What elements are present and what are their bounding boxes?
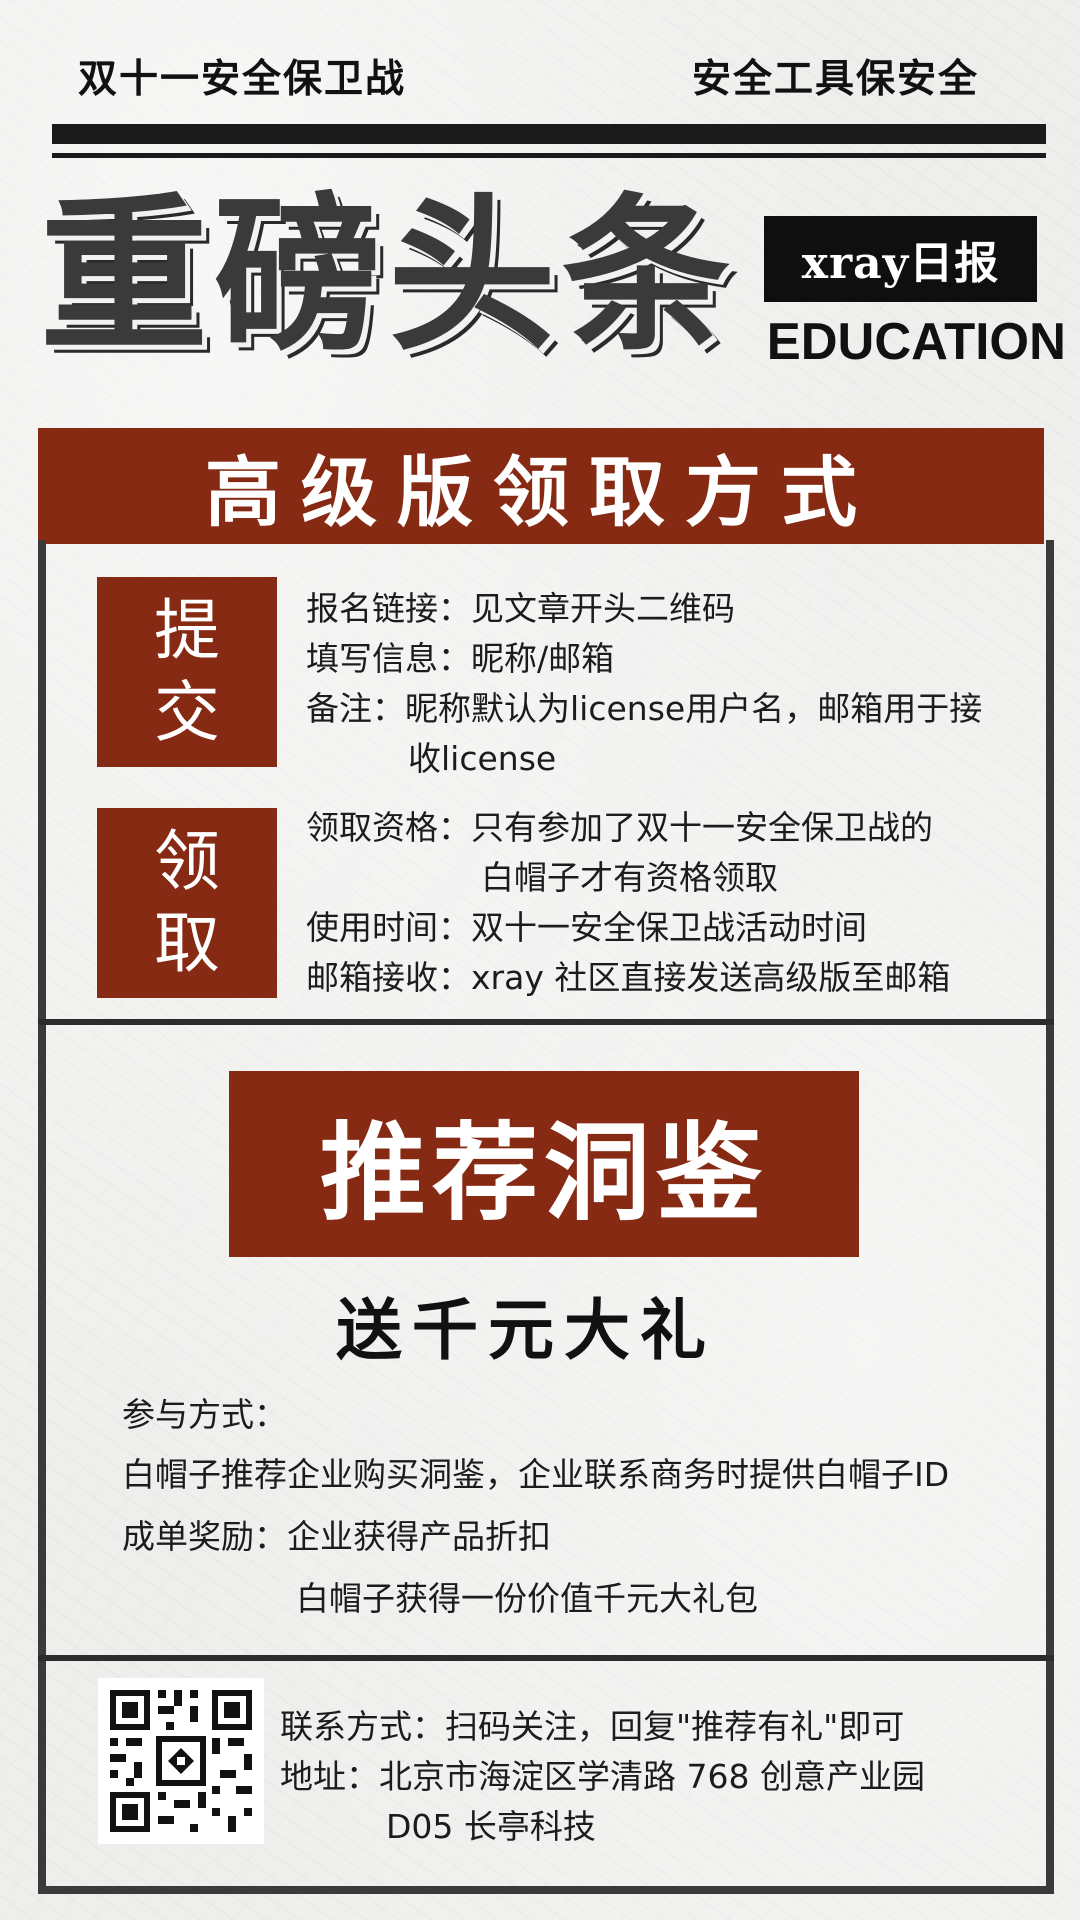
claim-tag: 领 取 bbox=[97, 808, 277, 998]
section-divider bbox=[38, 1655, 1054, 1661]
qr-code-icon[interactable] bbox=[98, 1678, 264, 1844]
gift-subtitle: 送千元大礼 bbox=[336, 1291, 716, 1369]
header-rule-thin bbox=[52, 153, 1046, 158]
header-right-text: 安全工具保安全 bbox=[692, 57, 980, 102]
claim-line: 领取资格：只有参加了双十一安全保卫战的 bbox=[306, 808, 933, 847]
claim-tag-char: 领 bbox=[154, 823, 220, 900]
contact-line: 联系方式：扫码关注，回复"推荐有礼"即可 bbox=[280, 1707, 905, 1746]
reward-line: 成单奖励：企业获得产品折扣 bbox=[122, 1517, 551, 1556]
claim-tag-char: 取 bbox=[154, 905, 220, 982]
submit-line: 报名链接：见文章开头二维码 bbox=[306, 589, 735, 628]
submit-line: 收license bbox=[408, 739, 557, 778]
submit-tag: 提 交 bbox=[97, 577, 277, 767]
section-divider bbox=[38, 1019, 1054, 1025]
claim-line: 邮箱接收：xray 社区直接发送高级版至邮箱 bbox=[306, 958, 951, 997]
address-line: D05 长亭科技 bbox=[386, 1807, 596, 1846]
qr-code-graphic bbox=[98, 1678, 264, 1844]
premium-claim-banner: 高级版领取方式 bbox=[38, 428, 1044, 544]
participation-line: 白帽子推荐企业购买洞鉴，企业联系商务时提供白帽子ID bbox=[122, 1455, 950, 1494]
submit-line: 备注：昵称默认为license用户名，邮箱用于接 bbox=[306, 689, 983, 728]
submit-line: 填写信息：昵称/邮箱 bbox=[306, 639, 615, 678]
education-label: EDUCATION bbox=[766, 313, 1066, 371]
claim-line: 白帽子才有资格领取 bbox=[481, 858, 778, 897]
submit-tag-char: 提 bbox=[154, 592, 220, 669]
recommend-title: 推荐洞鉴 bbox=[229, 1071, 859, 1257]
address-line: 地址：北京市海淀区学清路 768 创意产业园 bbox=[280, 1757, 925, 1796]
header-rule-thick bbox=[52, 124, 1046, 144]
xray-daily-badge: xray日报 bbox=[764, 216, 1037, 302]
participation-label: 参与方式： bbox=[122, 1395, 287, 1434]
reward-line: 白帽子获得一份价值千元大礼包 bbox=[296, 1579, 758, 1618]
headline-title: 重磅头条 bbox=[40, 176, 736, 374]
claim-line: 使用时间：双十一安全保卫战活动时间 bbox=[306, 908, 867, 947]
submit-tag-char: 交 bbox=[154, 674, 220, 751]
header-left-text: 双十一安全保卫战 bbox=[78, 57, 407, 102]
